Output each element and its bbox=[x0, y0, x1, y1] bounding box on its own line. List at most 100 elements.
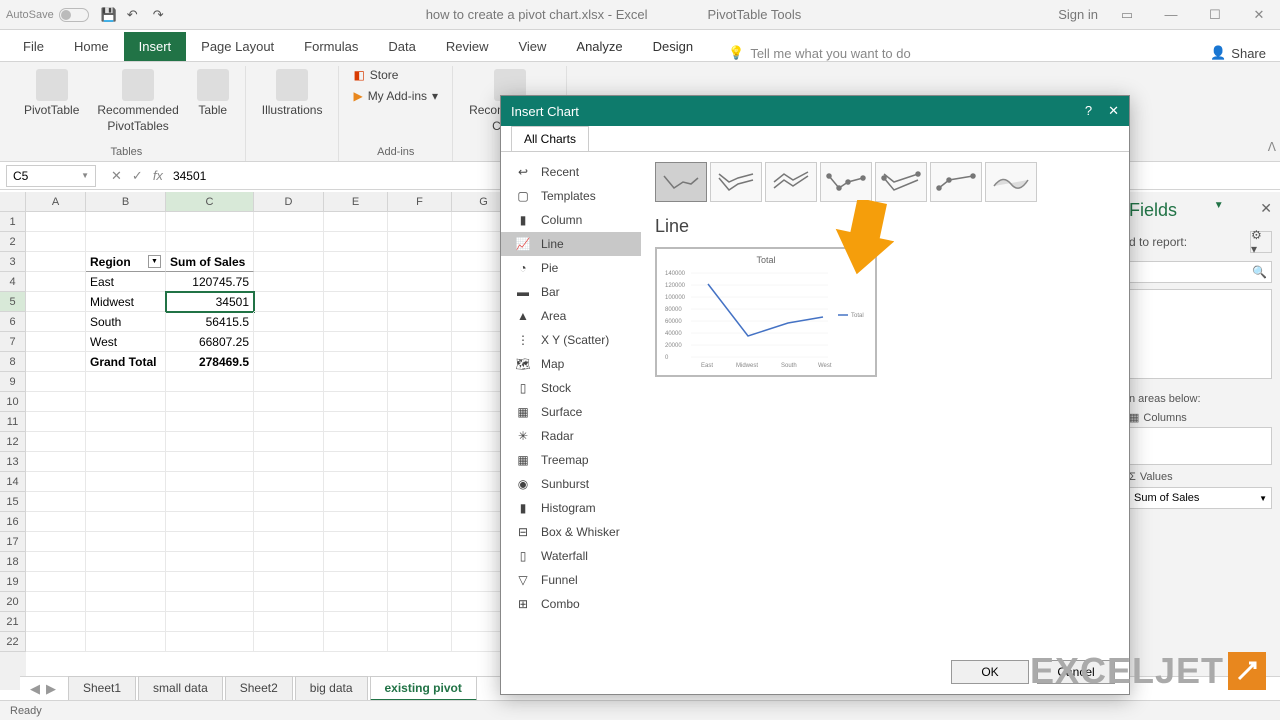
cell-E15[interactable] bbox=[324, 492, 388, 512]
cell-D9[interactable] bbox=[254, 372, 324, 392]
cell-F19[interactable] bbox=[388, 572, 452, 592]
chart-type-radar[interactable]: ✳Radar bbox=[501, 424, 641, 448]
illustrations-button[interactable]: Illustrations bbox=[256, 66, 329, 120]
cell-B1[interactable] bbox=[86, 212, 166, 232]
close-pane-icon[interactable]: ✕ bbox=[1260, 200, 1272, 221]
sheet-prev-icon[interactable]: ◀ bbox=[30, 681, 40, 697]
cell-D19[interactable] bbox=[254, 572, 324, 592]
cell-E11[interactable] bbox=[324, 412, 388, 432]
tab-analyze[interactable]: Analyze bbox=[561, 32, 637, 61]
ribbon-options-icon[interactable]: ▭ bbox=[1112, 5, 1142, 25]
row-header-22[interactable]: 22 bbox=[0, 632, 26, 652]
cell-C10[interactable] bbox=[166, 392, 254, 412]
row-header-14[interactable]: 14 bbox=[0, 472, 26, 492]
cell-D14[interactable] bbox=[254, 472, 324, 492]
tab-view[interactable]: View bbox=[503, 32, 561, 61]
cell-C5[interactable]: 34501 bbox=[166, 292, 254, 312]
columns-area[interactable] bbox=[1129, 427, 1272, 465]
cell-A7[interactable] bbox=[26, 332, 86, 352]
cell-D21[interactable] bbox=[254, 612, 324, 632]
redo-icon[interactable]: ↷ bbox=[153, 7, 169, 23]
row-header-1[interactable]: 1 bbox=[0, 212, 26, 232]
store-button[interactable]: ◧Store bbox=[349, 66, 442, 84]
cell-C22[interactable] bbox=[166, 632, 254, 652]
cell-E16[interactable] bbox=[324, 512, 388, 532]
sheet-tab-existing-pivot[interactable]: existing pivot bbox=[370, 676, 477, 701]
row-header-18[interactable]: 18 bbox=[0, 552, 26, 572]
cell-C15[interactable] bbox=[166, 492, 254, 512]
cell-B4[interactable]: East bbox=[86, 272, 166, 292]
cell-E2[interactable] bbox=[324, 232, 388, 252]
cell-F14[interactable] bbox=[388, 472, 452, 492]
cell-D7[interactable] bbox=[254, 332, 324, 352]
cell-E17[interactable] bbox=[324, 532, 388, 552]
chart-type-area[interactable]: ▲Area bbox=[501, 304, 641, 328]
cell-A20[interactable] bbox=[26, 592, 86, 612]
sheet-tab-small-data[interactable]: small data bbox=[138, 676, 223, 701]
cell-E12[interactable] bbox=[324, 432, 388, 452]
row-header-13[interactable]: 13 bbox=[0, 452, 26, 472]
col-header-B[interactable]: B bbox=[86, 192, 166, 212]
col-header-A[interactable]: A bbox=[26, 192, 86, 212]
cell-C11[interactable] bbox=[166, 412, 254, 432]
cell-B17[interactable] bbox=[86, 532, 166, 552]
confirm-formula-icon[interactable]: ✓ bbox=[132, 168, 143, 184]
cell-E6[interactable] bbox=[324, 312, 388, 332]
cell-D6[interactable] bbox=[254, 312, 324, 332]
cell-A16[interactable] bbox=[26, 512, 86, 532]
cell-E19[interactable] bbox=[324, 572, 388, 592]
cell-A10[interactable] bbox=[26, 392, 86, 412]
tab-review[interactable]: Review bbox=[431, 32, 504, 61]
subtype-line[interactable] bbox=[655, 162, 707, 202]
cell-A14[interactable] bbox=[26, 472, 86, 492]
row-header-9[interactable]: 9 bbox=[0, 372, 26, 392]
chart-type-box-whisker[interactable]: ⊟Box & Whisker bbox=[501, 520, 641, 544]
cell-C1[interactable] bbox=[166, 212, 254, 232]
cell-D12[interactable] bbox=[254, 432, 324, 452]
chart-type-map[interactable]: 🗺Map bbox=[501, 352, 641, 376]
chart-type-templates[interactable]: ▢Templates bbox=[501, 184, 641, 208]
row-header-17[interactable]: 17 bbox=[0, 532, 26, 552]
row-header-19[interactable]: 19 bbox=[0, 572, 26, 592]
values-field-item[interactable]: Sum of Sales▼ bbox=[1129, 487, 1272, 509]
cell-B7[interactable]: West bbox=[86, 332, 166, 352]
cell-A4[interactable] bbox=[26, 272, 86, 292]
tab-design[interactable]: Design bbox=[638, 32, 708, 61]
chart-type-histogram[interactable]: ▮Histogram bbox=[501, 496, 641, 520]
recommended-pivottables-button[interactable]: RecommendedPivotTables bbox=[91, 66, 184, 136]
chart-type-pie[interactable]: ◔Pie bbox=[501, 256, 641, 280]
cell-F11[interactable] bbox=[388, 412, 452, 432]
cell-C13[interactable] bbox=[166, 452, 254, 472]
cell-F16[interactable] bbox=[388, 512, 452, 532]
cell-C17[interactable] bbox=[166, 532, 254, 552]
cell-D4[interactable] bbox=[254, 272, 324, 292]
cell-D11[interactable] bbox=[254, 412, 324, 432]
cell-A9[interactable] bbox=[26, 372, 86, 392]
cell-F18[interactable] bbox=[388, 552, 452, 572]
cell-C7[interactable]: 66807.25 bbox=[166, 332, 254, 352]
cell-F22[interactable] bbox=[388, 632, 452, 652]
cell-B13[interactable] bbox=[86, 452, 166, 472]
cell-A19[interactable] bbox=[26, 572, 86, 592]
cell-E10[interactable] bbox=[324, 392, 388, 412]
subtype-stacked-line[interactable] bbox=[710, 162, 762, 202]
col-header-F[interactable]: F bbox=[388, 192, 452, 212]
name-box[interactable]: C5▼ bbox=[6, 165, 96, 187]
cell-D8[interactable] bbox=[254, 352, 324, 372]
cell-E20[interactable] bbox=[324, 592, 388, 612]
save-icon[interactable]: 💾 bbox=[101, 7, 117, 23]
row-header-8[interactable]: 8 bbox=[0, 352, 26, 372]
cell-F17[interactable] bbox=[388, 532, 452, 552]
cell-A18[interactable] bbox=[26, 552, 86, 572]
minimize-icon[interactable]: — bbox=[1156, 5, 1186, 25]
cell-C2[interactable] bbox=[166, 232, 254, 252]
cell-A15[interactable] bbox=[26, 492, 86, 512]
cell-F3[interactable] bbox=[388, 252, 452, 272]
tab-file[interactable]: File bbox=[8, 32, 59, 61]
cell-C18[interactable] bbox=[166, 552, 254, 572]
cell-C4[interactable]: 120745.75 bbox=[166, 272, 254, 292]
cell-D1[interactable] bbox=[254, 212, 324, 232]
cell-D5[interactable] bbox=[254, 292, 324, 312]
cell-E22[interactable] bbox=[324, 632, 388, 652]
chart-type-line[interactable]: 📈Line bbox=[501, 232, 641, 256]
